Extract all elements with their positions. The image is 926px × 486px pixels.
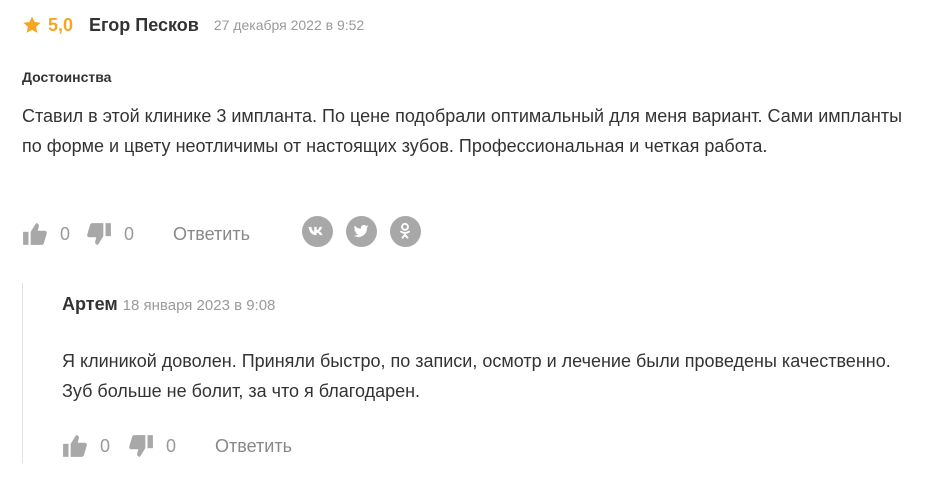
vk-share-button[interactable] bbox=[301, 215, 333, 247]
like-button[interactable]: 0 bbox=[22, 221, 70, 247]
reply-dislike-count: 0 bbox=[166, 435, 177, 456]
review-author[interactable]: Егор Песков bbox=[89, 15, 199, 36]
thumbs-up-icon bbox=[63, 435, 87, 457]
dislike-count: 0 bbox=[124, 223, 135, 244]
twitter-icon bbox=[354, 224, 369, 237]
reply-button[interactable]: Ответить bbox=[173, 224, 250, 245]
review-header: 5,0 Егор Песков 27 декабря 2022 в 9:52 bbox=[22, 12, 364, 38]
twitter-share-button[interactable] bbox=[345, 215, 377, 247]
reply-like-button[interactable]: 0 bbox=[62, 433, 110, 459]
review-card: 5,0 Егор Песков 27 декабря 2022 в 9:52 Д… bbox=[0, 0, 926, 486]
review-actions: 0 0 Ответить bbox=[22, 215, 434, 251]
thumbs-down-icon bbox=[87, 223, 111, 245]
share-buttons bbox=[301, 215, 434, 247]
reply-like-count: 0 bbox=[100, 435, 111, 456]
odnoklassniki-icon bbox=[400, 222, 411, 239]
pros-title: Достоинства bbox=[22, 69, 112, 85]
thumbs-down-icon bbox=[129, 435, 153, 457]
odnoklassniki-share-button[interactable] bbox=[389, 215, 421, 247]
reply-actions: 0 0 Ответить bbox=[62, 429, 292, 463]
like-count: 0 bbox=[60, 223, 71, 244]
reply-date: 18 января 2023 в 9:08 bbox=[122, 297, 276, 314]
reply-author[interactable]: Артем bbox=[62, 294, 118, 315]
reply-text: Я клиникой доволен. Приняли быстро, по з… bbox=[62, 351, 891, 401]
reply-header: Артем 18 января 2023 в 9:08 bbox=[62, 294, 275, 315]
reply-reply-button[interactable]: Ответить bbox=[215, 436, 292, 457]
review-text: Ставил в этой клинике 3 импланта. По цен… bbox=[22, 106, 903, 156]
review-date: 27 декабря 2022 в 9:52 bbox=[213, 17, 365, 33]
thumbs-up-icon bbox=[23, 223, 47, 245]
star-icon bbox=[23, 16, 41, 33]
rating-value: 5,0 bbox=[48, 14, 74, 35]
reply-dislike-button[interactable]: 0 bbox=[128, 433, 176, 459]
vk-icon bbox=[309, 226, 324, 236]
dislike-button[interactable]: 0 bbox=[86, 221, 134, 247]
